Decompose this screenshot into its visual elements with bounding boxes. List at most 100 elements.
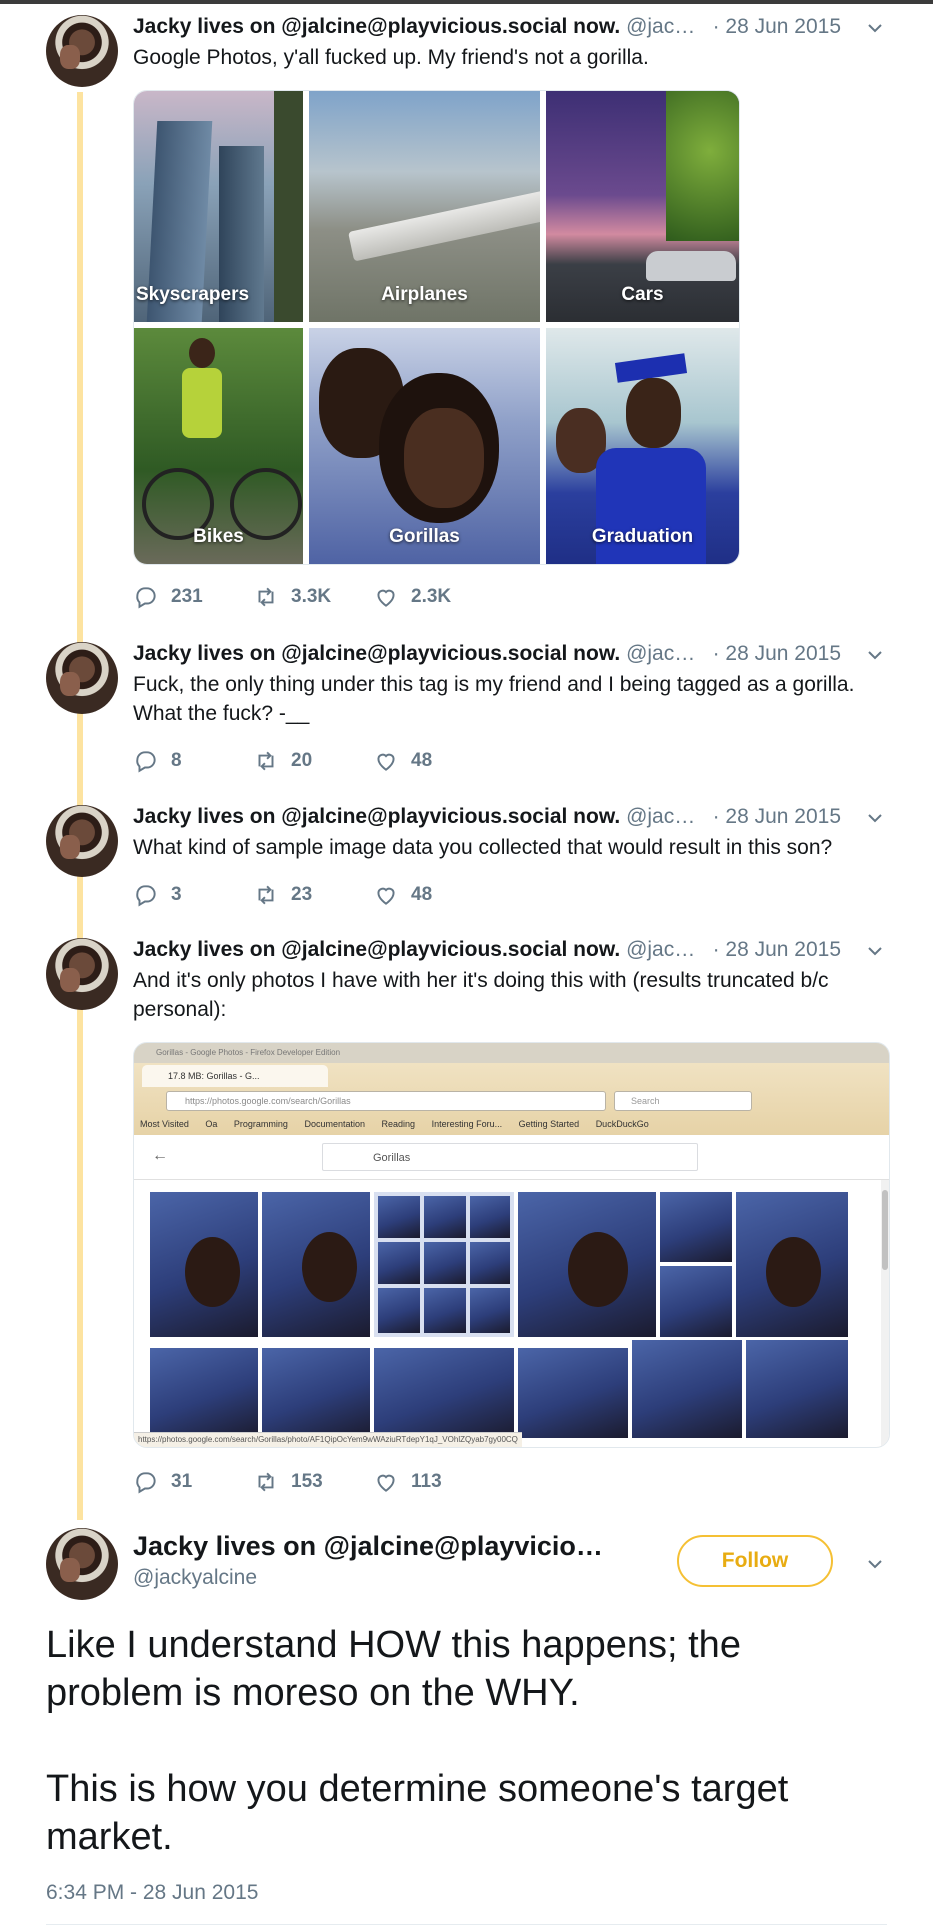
retweet-icon (258, 1472, 274, 1492)
retweet-button[interactable]: 20 (253, 747, 312, 775)
like-icon (377, 753, 395, 771)
reply-button[interactable]: 31 (133, 1468, 192, 1496)
result-photo[interactable] (518, 1348, 628, 1438)
bookmark-item[interactable]: Getting Started (519, 1119, 580, 1129)
like-count: 113 (411, 1471, 442, 1492)
retweet-count: 23 (291, 884, 313, 905)
author-name[interactable]: Jacky lives on @jalcine@playvicious.soci… (133, 938, 620, 961)
avatar[interactable] (46, 1528, 118, 1600)
bookmark-item[interactable]: Oa (205, 1119, 217, 1129)
tweet-text-line: personal): (133, 998, 227, 1021)
bookmark-item[interactable]: DuckDuckGo (596, 1119, 649, 1129)
author-name[interactable]: Jacky lives on @jalcine@playvicious.soci… (133, 15, 620, 38)
result-photo[interactable] (150, 1192, 258, 1337)
back-arrow-icon[interactable]: ← (152, 1147, 168, 1165)
divider (46, 1924, 887, 1925)
author-handle[interactable]: @jac… (626, 805, 695, 828)
tweet-text: And it's only photos I have with her it'… (133, 966, 873, 1024)
tweet-date[interactable]: · 28 Jun 2015 (706, 13, 841, 41)
reply-button[interactable]: 8 (133, 747, 182, 775)
result-photo[interactable] (518, 1192, 656, 1337)
tweet-text-line: What the fuck? -__ (133, 702, 310, 725)
author-handle[interactable]: @jac… (626, 15, 695, 38)
follow-button[interactable]: Follow (677, 1535, 833, 1587)
author-handle[interactable]: @jac… (626, 938, 695, 961)
focused-timestamp[interactable]: 6:34 PM - 28 Jun 2015 (46, 1881, 258, 1905)
chevron-down-icon[interactable] (867, 647, 883, 663)
retweet-count: 20 (291, 750, 313, 771)
tweet-text: What kind of sample image data you colle… (133, 833, 873, 862)
reply-icon (136, 1472, 156, 1494)
like-button[interactable]: 113 (373, 1468, 442, 1496)
tweet-text-line: This is how you determine someone's targ… (46, 1768, 789, 1810)
avatar[interactable] (46, 642, 118, 714)
tweet-text: Fuck, the only thing under this tag is m… (133, 670, 873, 728)
photos-search-input[interactable]: Gorillas (322, 1143, 698, 1171)
retweet-button[interactable]: 23 (253, 881, 312, 909)
reply-icon (136, 885, 156, 907)
tweet-text-line: And it's only photos I have with her it'… (133, 969, 829, 992)
browser-tab[interactable]: 17.8 MB: Gorillas - G... (142, 1065, 328, 1087)
tweet-date[interactable]: · 28 Jun 2015 (706, 640, 841, 668)
tweet-text: Google Photos, y'all fucked up. My frien… (133, 43, 873, 72)
bookmark-item[interactable]: Most Visited (140, 1119, 189, 1129)
url-bar[interactable]: https://photos.google.com/search/Gorilla… (166, 1091, 606, 1111)
reply-count: 8 (171, 750, 182, 771)
bookmark-item[interactable]: Interesting Foru... (432, 1119, 503, 1129)
photo-grid[interactable]: Skyscrapers Airplanes Cars Bikes Gorilla… (133, 90, 740, 565)
photo-cars[interactable]: Cars (546, 91, 739, 322)
photo-skyscrapers[interactable]: Skyscrapers (134, 91, 303, 322)
result-photo[interactable] (736, 1192, 848, 1337)
chevron-down-icon[interactable] (867, 20, 883, 36)
like-icon (377, 887, 395, 905)
browser-search[interactable]: Search (614, 1091, 752, 1111)
result-photo[interactable] (262, 1192, 370, 1337)
like-button[interactable]: 2.3K (373, 583, 451, 611)
result-photo[interactable] (632, 1340, 742, 1438)
photo-graduation[interactable]: Graduation (546, 328, 739, 564)
like-icon (377, 589, 395, 607)
like-count: 48 (411, 884, 433, 905)
focused-author-handle[interactable]: @jackyalcine (133, 1566, 257, 1590)
avatar[interactable] (46, 15, 118, 87)
result-photo[interactable] (374, 1348, 514, 1438)
author-handle[interactable]: @jac… (626, 642, 695, 665)
tweet-date[interactable]: · 28 Jun 2015 (706, 936, 841, 964)
bookmark-item[interactable]: Programming (234, 1119, 288, 1129)
result-photo[interactable] (660, 1266, 732, 1337)
author-name[interactable]: Jacky lives on @jalcine@playvicious.soci… (133, 642, 620, 665)
result-photo[interactable] (746, 1340, 848, 1438)
top-border (0, 0, 933, 4)
tweet-text-line: Fuck, the only thing under this tag is m… (133, 673, 855, 696)
tweet-date[interactable]: · 28 Jun 2015 (706, 803, 841, 831)
reply-button[interactable]: 231 (133, 583, 203, 611)
author-name[interactable]: Jacky lives on @jalcine@playvicious.soci… (133, 805, 620, 828)
bookmark-item[interactable]: Documentation (304, 1119, 365, 1129)
like-button[interactable]: 48 (373, 747, 432, 775)
result-photo[interactable] (660, 1192, 732, 1262)
photo-airplanes[interactable]: Airplanes (309, 91, 540, 322)
retweet-count: 3.3K (291, 586, 332, 607)
focused-author-name[interactable]: Jacky lives on @jalcine@playvicio… (133, 1531, 603, 1562)
photo-gorillas[interactable]: Gorillas (309, 328, 540, 564)
result-collage[interactable] (374, 1192, 514, 1337)
retweet-button[interactable]: 3.3K (253, 583, 331, 611)
bookmark-item[interactable]: Reading (382, 1119, 416, 1129)
chevron-down-icon[interactable] (867, 943, 883, 959)
retweet-count: 153 (291, 1471, 323, 1492)
focused-tweet-text-2: This is how you determine someone's targ… (46, 1765, 906, 1861)
scrollbar[interactable] (881, 1180, 889, 1447)
like-count: 48 (411, 750, 433, 771)
photo-bikes[interactable]: Bikes (134, 328, 303, 564)
chevron-down-icon[interactable] (867, 810, 883, 826)
attached-screenshot[interactable]: Gorillas - Google Photos - Firefox Devel… (133, 1042, 890, 1448)
avatar[interactable] (46, 805, 118, 877)
reply-button[interactable]: 3 (133, 881, 182, 909)
chevron-down-icon[interactable] (867, 1556, 883, 1572)
result-photo[interactable] (262, 1348, 370, 1438)
retweet-button[interactable]: 153 (253, 1468, 323, 1496)
result-photo[interactable] (150, 1348, 258, 1438)
avatar[interactable] (46, 938, 118, 1010)
like-button[interactable]: 48 (373, 881, 432, 909)
reply-count: 231 (171, 586, 203, 607)
